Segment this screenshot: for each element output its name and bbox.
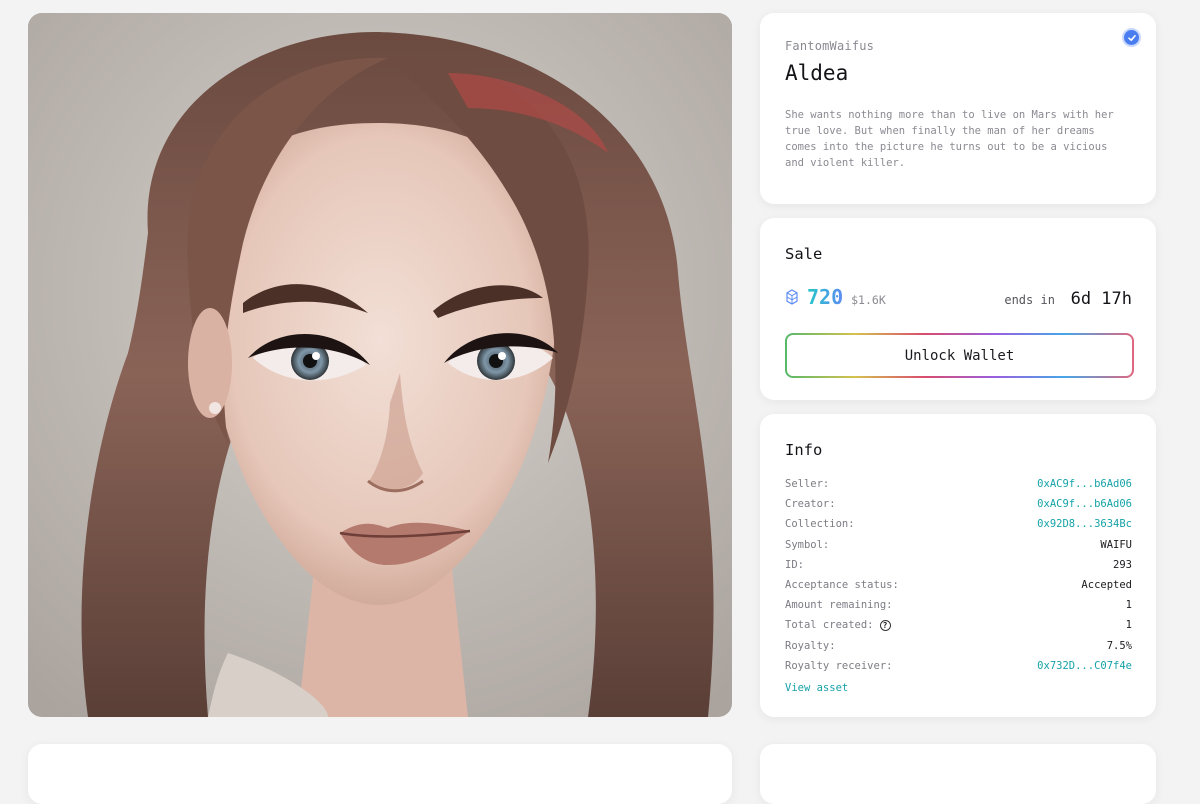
check-badge-icon [1122, 28, 1141, 47]
bottom-left-card [28, 744, 732, 804]
sale-card: Sale 720 $1.6K ends in 6d 17h Unlock Wal… [760, 218, 1156, 400]
info-card: Info Seller: 0xAC9f...b6Ad06 Creator: 0x… [760, 414, 1156, 717]
info-row-seller: Seller: 0xAC9f...b6Ad06 [785, 474, 1132, 494]
nft-artwork-image[interactable] [28, 13, 732, 717]
acceptance-status-value: Accepted [1081, 579, 1132, 592]
symbol-value: WAIFU [1100, 538, 1132, 551]
collection-address-link[interactable]: 0x92D8...3634Bc [1037, 518, 1132, 530]
royalty-value: 7.5% [1106, 639, 1132, 652]
help-icon[interactable]: ? [879, 619, 891, 631]
info-label: Amount remaining: [785, 599, 893, 612]
info-row-creator: Creator: 0xAC9f...b6Ad06 [785, 494, 1132, 514]
amount-remaining-value: 1 [1125, 599, 1132, 612]
ends-in-label: ends in [1004, 293, 1055, 307]
info-label: Seller: [785, 478, 830, 491]
price-row: 720 $1.6K ends in 6d 17h [785, 285, 1132, 309]
nft-description: She wants nothing more than to live on M… [785, 109, 1114, 169]
info-row-royalty: Royalty: 7.5% [785, 636, 1132, 656]
info-row-amount-remaining: Amount remaining: 1 [785, 595, 1132, 615]
view-asset-link[interactable]: View asset [785, 682, 848, 694]
unlock-wallet-button[interactable]: Unlock Wallet [785, 333, 1134, 378]
info-label: Total created: ? [785, 619, 891, 631]
info-label: Symbol: [785, 538, 830, 551]
info-label: Royalty: [785, 639, 836, 652]
info-label: Royalty receiver: [785, 659, 893, 672]
creator-address-link[interactable]: 0xAC9f...b6Ad06 [1037, 498, 1132, 510]
id-value: 293 [1113, 558, 1132, 571]
seller-address-link[interactable]: 0xAC9f...b6Ad06 [1037, 478, 1132, 490]
info-row-royalty-receiver: Royalty receiver: 0x732D...C07f4e [785, 656, 1132, 676]
price-value: 720 [807, 285, 844, 309]
bottom-right-card [760, 744, 1156, 804]
total-created-value: 1 [1125, 619, 1132, 632]
fantom-token-icon [786, 289, 798, 305]
collection-name[interactable]: FantomWaifus [785, 39, 1132, 53]
portrait-illustration [28, 13, 732, 717]
info-row-total-created: Total created: ? 1 [785, 615, 1132, 635]
total-created-label: Total created: [785, 619, 874, 632]
info-row-collection: Collection: 0x92D8...3634Bc [785, 514, 1132, 534]
info-label: Creator: [785, 498, 836, 511]
ends-in-value: 6d 17h [1070, 289, 1132, 309]
info-row-id: ID: 293 [785, 555, 1132, 575]
info-heading: Info [785, 441, 823, 459]
info-list: Seller: 0xAC9f...b6Ad06 Creator: 0xAC9f.… [785, 474, 1132, 676]
info-label: Acceptance status: [785, 579, 899, 592]
info-label: ID: [785, 558, 804, 571]
info-label: Collection: [785, 518, 855, 531]
sale-heading: Sale [785, 245, 823, 263]
nft-header-card: FantomWaifus Aldea She wants nothing mor… [760, 13, 1156, 204]
info-row-acceptance-status: Acceptance status: Accepted [785, 575, 1132, 595]
price-usd: $1.6K [851, 293, 886, 307]
nft-title: Aldea [785, 61, 849, 85]
info-row-symbol: Symbol: WAIFU [785, 535, 1132, 555]
royalty-receiver-link[interactable]: 0x732D...C07f4e [1037, 660, 1132, 672]
